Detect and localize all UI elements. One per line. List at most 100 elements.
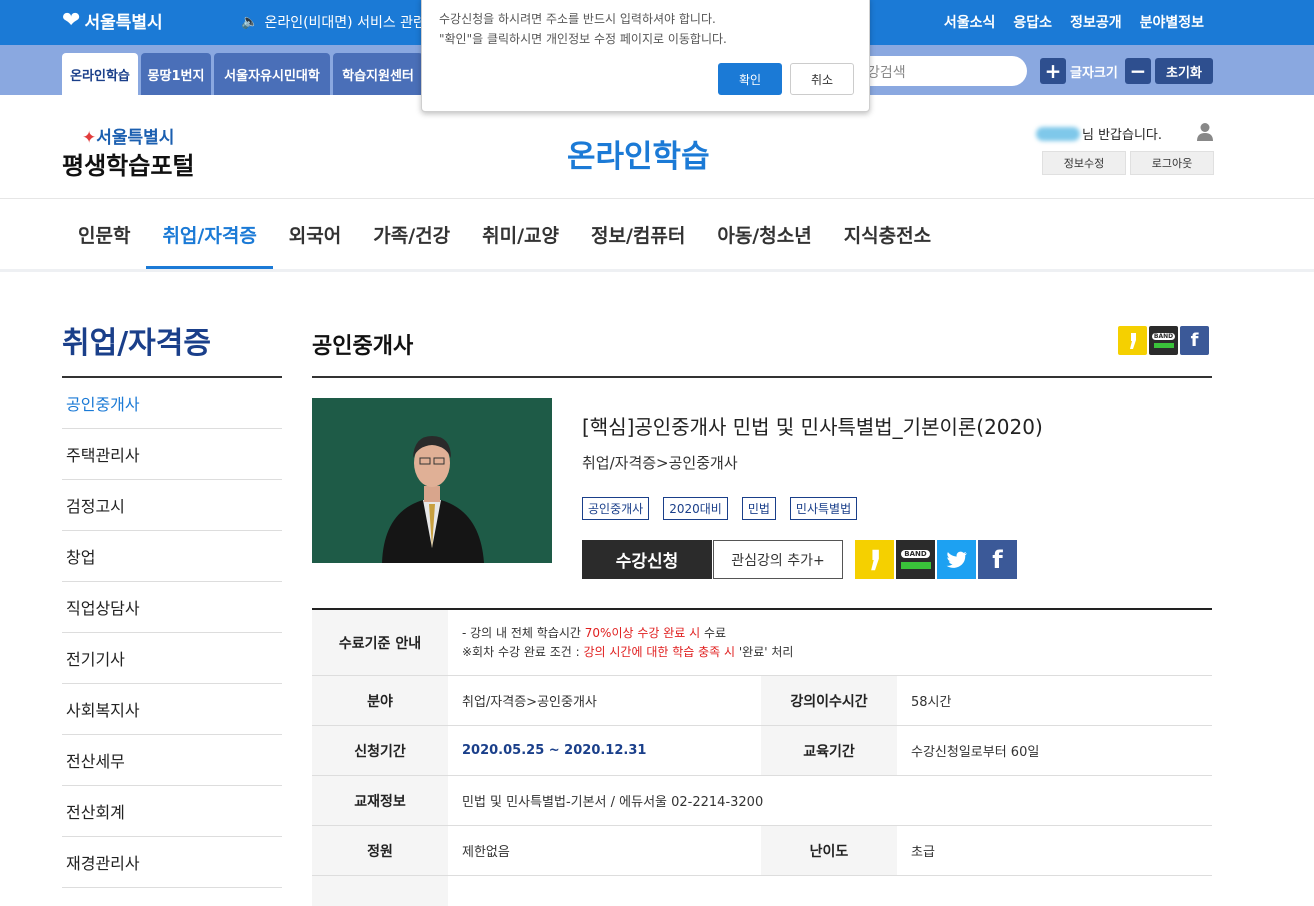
- seoul-symbol-icon: ✦: [82, 128, 97, 148]
- table-row: 정원 제한없음 난이도 초급: [312, 826, 1212, 876]
- seoul-logo[interactable]: ❤ 서울특별시: [62, 8, 163, 33]
- add-favorite-button[interactable]: 관심강의 추가+: [713, 540, 843, 579]
- nav-family-health[interactable]: 가족/건강: [357, 199, 466, 269]
- content-title: 공인중개사: [312, 334, 414, 359]
- difficulty-value: 초급: [911, 845, 935, 860]
- completion-text: 수료: [700, 625, 727, 640]
- share-top: BAND f: [1118, 326, 1209, 355]
- tag[interactable]: 2020대비: [663, 497, 728, 520]
- course-category: 취업/자격증>공인중개사: [582, 454, 738, 472]
- nav-hobby-culture[interactable]: 취미/교양: [466, 199, 575, 269]
- greeting-text: 님 반갑습니다.: [1082, 128, 1163, 143]
- completion-text: ※회차 수강 완료 조건 :: [462, 644, 584, 659]
- sidebar-item-social-worker[interactable]: 사회복지사: [62, 684, 282, 735]
- facebook-icon[interactable]: f: [1180, 326, 1209, 355]
- tag[interactable]: 민사특별법: [789, 497, 858, 520]
- twitter-icon[interactable]: [937, 540, 976, 579]
- nav-employment-certificates[interactable]: 취업/자격증: [146, 199, 274, 269]
- share-buttons: BAND f: [855, 540, 1017, 579]
- link-seoul-news[interactable]: 서울소식: [944, 12, 996, 32]
- completion-highlight: 70%이상 수강 완료 시: [584, 625, 701, 640]
- capacity-value: 제한없음: [462, 845, 510, 860]
- sidebar-item-ged[interactable]: 검정고시: [62, 480, 282, 531]
- sidebar-list: 공인중개사 주택관리사 검정고시 창업 직업상담사 전기기사 사회복지사 전산세…: [62, 376, 282, 888]
- completion-line-1: - 강의 내 전체 학습시간 70%이상 수강 완료 시 수료: [462, 624, 726, 643]
- font-reset-button[interactable]: 초기화: [1155, 58, 1213, 84]
- logout-button[interactable]: 로그아웃: [1130, 151, 1214, 175]
- table-row: 교재정보 민법 및 민사특별법-기본서 / 에듀서울 02-2214-3200: [312, 776, 1212, 826]
- enroll-button[interactable]: 수강신청: [582, 540, 712, 579]
- sidebar-item-housing-manager[interactable]: 주택관리사: [62, 429, 282, 480]
- font-size-label: 글자크기: [1070, 66, 1118, 81]
- confirm-dialog: 수강신청을 하시려면 주소를 반드시 입력하셔야 합니다. "확인"을 클릭하시…: [421, 0, 870, 112]
- lecturer-image: [312, 398, 552, 563]
- nav-humanities[interactable]: 인문학: [62, 199, 146, 269]
- course-tags: 공인중개사 2020대비 민법 민사특별법: [582, 497, 858, 520]
- portal-logo[interactable]: 평생학습포털: [62, 146, 194, 181]
- textbook-value: 민법 및 민사특별법-기본서 / 에듀서울 02-2214-3200: [462, 795, 764, 810]
- portal-city-text: 서울특별시: [96, 128, 175, 148]
- table-row: [312, 876, 1212, 906]
- nav-info-computer[interactable]: 정보/컴퓨터: [575, 199, 701, 269]
- completion-text: '완료' 처리: [735, 644, 794, 659]
- nav-child-youth[interactable]: 아동/청소년: [701, 199, 827, 269]
- portal-logo-city[interactable]: ✦서울특별시: [82, 123, 174, 148]
- facebook-icon[interactable]: f: [978, 540, 1017, 579]
- table-row: 분야 취업/자격증>공인중개사 강의이수시간 58시간: [312, 676, 1212, 726]
- tab-learning-center[interactable]: 학습지원센터: [333, 53, 423, 95]
- link-eungdapso[interactable]: 응답소: [1013, 12, 1052, 32]
- notice-ticker[interactable]: 🔈 온라인(비대면) 서비스 관련 ...: [241, 12, 444, 32]
- sidebar-item-finance-manager[interactable]: 재경관리사: [62, 837, 282, 888]
- confirm-button[interactable]: 확인: [718, 63, 782, 95]
- font-increase-button[interactable]: +: [1040, 58, 1066, 84]
- completion-label: 수료기준 안내: [312, 610, 448, 675]
- tab-mongttang[interactable]: 몽땅1번지: [141, 53, 211, 95]
- link-info-disclosure[interactable]: 정보공개: [1070, 12, 1122, 32]
- field-value: 취업/자격증>공인중개사: [462, 695, 597, 710]
- table-cell-empty: [448, 876, 462, 906]
- sidebar-item-startup[interactable]: 창업: [62, 531, 282, 582]
- table-row: 신청기간 2020.05.25 ~ 2020.12.31 교육기간 수강신청일로…: [312, 726, 1212, 776]
- speaker-icon: 🔈: [241, 14, 259, 30]
- tab-citizen-university[interactable]: 서울자유시민대학: [214, 53, 330, 95]
- completion-value: - 강의 내 전체 학습시간 70%이상 수강 완료 시 수료 ※회차 수강 완…: [448, 610, 793, 675]
- completion-highlight: 강의 시간에 대한 학습 충족 시: [583, 644, 736, 659]
- band-bar: [900, 562, 931, 569]
- user-icon[interactable]: [1196, 122, 1214, 142]
- field-label: 분야: [312, 676, 448, 725]
- tab-online-learning[interactable]: 온라인학습: [62, 53, 138, 95]
- sidebar-item-electrical-engineer[interactable]: 전기기사: [62, 633, 282, 684]
- edu-period-value: 수강신청일로부터 60일: [911, 745, 1040, 760]
- hours-value: 58시간: [911, 695, 952, 710]
- band-icon[interactable]: BAND: [1149, 326, 1178, 355]
- band-label: BAND: [901, 550, 930, 558]
- kakaostory-icon[interactable]: [855, 540, 894, 579]
- nav-foreign-language[interactable]: 외국어: [273, 199, 357, 269]
- nav-knowledge-charging[interactable]: 지식충전소: [828, 199, 947, 269]
- font-decrease-button[interactable]: −: [1125, 58, 1151, 84]
- completion-line-2: ※회차 수강 완료 조건 : 강의 시간에 대한 학습 충족 시 '완료' 처리: [462, 643, 793, 662]
- cancel-button[interactable]: 취소: [790, 63, 854, 95]
- link-field-info[interactable]: 분야별정보: [1140, 12, 1204, 32]
- sidebar-item-realtor[interactable]: 공인중개사: [62, 378, 282, 429]
- course-title: [핵심]공인중개사 민법 및 민사특별법_기본이론(2020): [582, 415, 1043, 439]
- search-input[interactable]: 강검색: [855, 56, 1027, 86]
- table-row: 수료기준 안내 - 강의 내 전체 학습시간 70%이상 수강 완료 시 수료 …: [312, 610, 1212, 676]
- notice-text: 온라인(비대면) 서비스 관련 ...: [264, 15, 444, 31]
- table-cell-empty: [312, 876, 448, 906]
- sidebar-item-computerized-accounting[interactable]: 전산회계: [62, 786, 282, 837]
- tag[interactable]: 공인중개사: [582, 497, 650, 520]
- completion-text: - 강의 내 전체 학습시간: [462, 625, 585, 640]
- band-icon[interactable]: BAND: [896, 540, 935, 579]
- greeting: 님 반갑습니다.: [1036, 124, 1162, 143]
- dialog-line-1: 수강신청을 하시려면 주소를 반드시 입력하셔야 합니다.: [439, 12, 716, 26]
- tag[interactable]: 민법: [741, 497, 776, 520]
- top-links: 서울소식 응답소 정보공개 분야별정보: [944, 12, 1204, 32]
- sidebar-item-computerized-tax[interactable]: 전산세무: [62, 735, 282, 786]
- sidebar-item-career-counselor[interactable]: 직업상담사: [62, 582, 282, 633]
- blurred-username: [1036, 126, 1080, 141]
- kakaostory-icon[interactable]: [1118, 326, 1147, 355]
- course-thumbnail[interactable]: [312, 398, 552, 563]
- capacity-label: 정원: [312, 826, 448, 875]
- edit-info-button[interactable]: 정보수정: [1042, 151, 1126, 175]
